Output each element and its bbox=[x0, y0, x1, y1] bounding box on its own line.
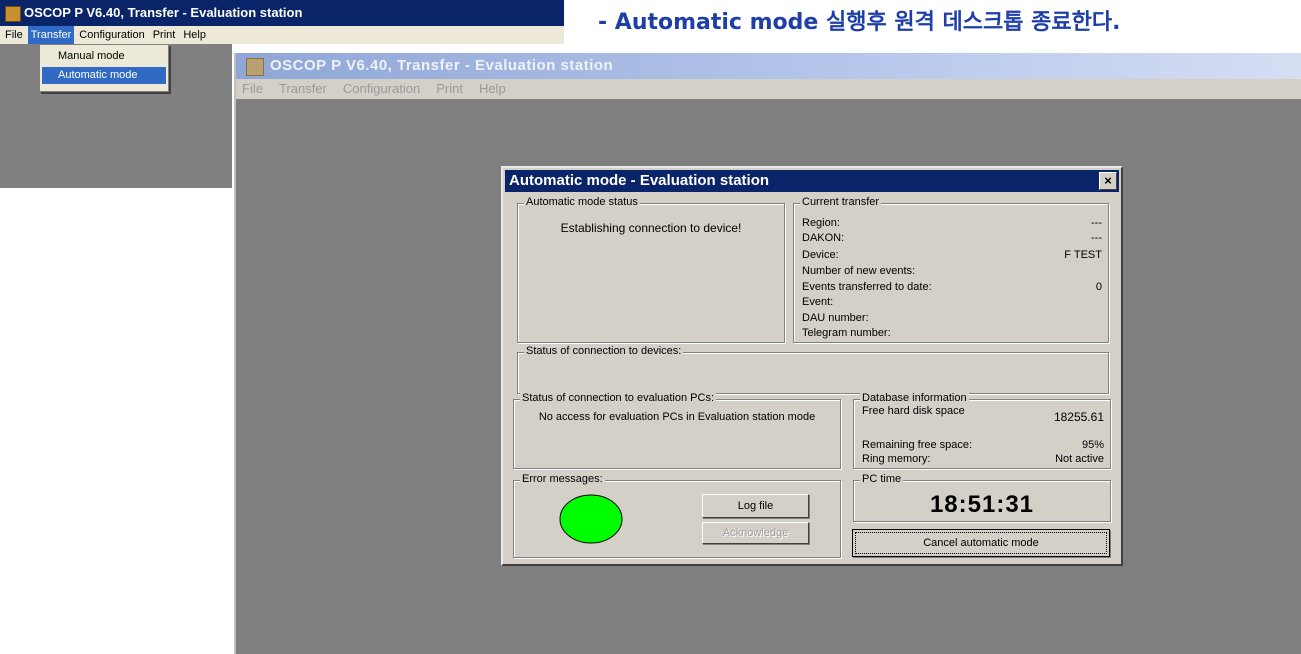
close-icon[interactable]: × bbox=[1099, 172, 1117, 190]
menu-file[interactable]: File bbox=[2, 26, 26, 44]
group-legend: PC time bbox=[860, 473, 904, 485]
automatic-mode-dialog: Automatic mode - Evaluation station × Au… bbox=[501, 166, 1123, 566]
dau-number-row: DAU number: bbox=[802, 312, 1102, 324]
main-window-title: OSCOP P V6.40, Transfer - Evaluation sta… bbox=[270, 57, 614, 74]
row-label: Region: bbox=[802, 217, 840, 229]
menu-configuration[interactable]: Configuration bbox=[76, 26, 147, 44]
menu-print[interactable]: Print bbox=[150, 26, 179, 44]
database-info-group: Database information Free hard disk spac… bbox=[853, 392, 1111, 469]
device-row: Device: F TEST bbox=[802, 249, 1102, 261]
main-menubar: File Transfer Configuration Print Help bbox=[236, 79, 1301, 99]
headline-annotation: - Automatic mode 실행후 원격 데스크톱 종료한다. bbox=[598, 10, 1121, 35]
remaining-space-row: Remaining free space: 95% bbox=[862, 439, 1104, 451]
row-label: DAKON: bbox=[802, 232, 845, 244]
status-indicator-icon bbox=[559, 494, 623, 544]
pc-time-clock: 18:51:31 bbox=[929, 491, 1035, 518]
events-transferred-row: Events transferred to date: 0 bbox=[802, 281, 1102, 293]
group-legend: Current transfer bbox=[800, 196, 882, 208]
telegram-number-row: Telegram number: bbox=[802, 327, 1102, 339]
dakon-row: DAKON: --- bbox=[802, 232, 1102, 244]
app-icon bbox=[5, 6, 21, 22]
row-value: 0 bbox=[1095, 281, 1102, 293]
free-disk-row: Free hard disk space 18255.61 bbox=[862, 405, 1104, 423]
row-label: Free hard disk space bbox=[862, 405, 965, 417]
menu-transfer[interactable]: Transfer bbox=[279, 79, 327, 99]
row-value: 95% bbox=[1081, 439, 1104, 451]
row-label: DAU number: bbox=[802, 312, 869, 324]
error-messages-group: Error messages: Log file Acknowledge bbox=[513, 473, 841, 558]
row-label: Telegram number: bbox=[802, 327, 891, 339]
row-label: Number of new events: bbox=[802, 265, 916, 277]
dialog-titlebar: Automatic mode - Evaluation station × bbox=[505, 170, 1119, 192]
row-label: Ring memory: bbox=[862, 453, 931, 465]
menu-item-automatic-mode[interactable]: Automatic mode bbox=[42, 67, 166, 84]
menu-configuration[interactable]: Configuration bbox=[343, 79, 420, 99]
menu-help[interactable]: Help bbox=[180, 26, 209, 44]
row-label: Events transferred to date: bbox=[802, 281, 932, 293]
row-label: Device: bbox=[802, 249, 839, 261]
log-file-button[interactable]: Log file bbox=[702, 494, 809, 518]
automatic-mode-status-group: Automatic mode status Establishing conne… bbox=[517, 196, 785, 343]
evaluation-pcs-group: Status of connection to evaluation PCs: … bbox=[513, 392, 841, 469]
row-value: 18255.61 bbox=[1053, 410, 1104, 424]
small-window-title: OSCOP P V6.40, Transfer - Evaluation sta… bbox=[24, 5, 303, 20]
event-row: Event: bbox=[802, 296, 1102, 308]
automatic-mode-status-text: Establishing connection to device! bbox=[560, 221, 742, 235]
devices-connection-group: Status of connection to devices: bbox=[517, 345, 1109, 394]
new-events-row: Number of new events: bbox=[802, 265, 1102, 277]
row-value: F TEST bbox=[1064, 249, 1102, 261]
menu-help[interactable]: Help bbox=[479, 79, 506, 99]
dialog-title: Automatic mode - Evaluation station bbox=[509, 172, 770, 189]
menu-file[interactable]: File bbox=[242, 79, 263, 99]
group-legend: Database information bbox=[860, 392, 969, 404]
row-label: Event: bbox=[802, 296, 834, 308]
row-value: --- bbox=[1091, 217, 1102, 229]
ring-memory-row: Ring memory: Not active bbox=[862, 453, 1104, 465]
pc-time-group: PC time 18:51:31 bbox=[853, 473, 1111, 522]
app-icon bbox=[246, 58, 264, 76]
transfer-dropdown-menu: Manual mode Automatic mode bbox=[39, 44, 169, 92]
current-transfer-group: Current transfer Region: --- DAKON: --- De… bbox=[793, 196, 1109, 343]
acknowledge-button[interactable]: Acknowledge bbox=[702, 522, 809, 544]
row-value: Not active bbox=[1055, 453, 1104, 465]
main-window-titlebar: OSCOP P V6.40, Transfer - Evaluation sta… bbox=[236, 53, 1301, 79]
row-label: Remaining free space: bbox=[862, 439, 973, 451]
cancel-automatic-mode-button[interactable]: Cancel automatic mode bbox=[852, 529, 1110, 557]
menu-transfer[interactable]: Transfer bbox=[27, 26, 75, 44]
group-legend: Automatic mode status bbox=[524, 196, 640, 208]
group-legend: Error messages: bbox=[520, 473, 605, 485]
row-value: --- bbox=[1091, 232, 1102, 244]
menu-item-manual-mode[interactable]: Manual mode bbox=[42, 48, 166, 65]
menu-print[interactable]: Print bbox=[436, 79, 463, 99]
group-legend: Status of connection to evaluation PCs: bbox=[520, 392, 717, 404]
evaluation-pcs-text: No access for evaluation PCs in Evaluati… bbox=[538, 411, 816, 423]
region-row: Region: --- bbox=[802, 217, 1102, 229]
group-legend: Status of connection to devices: bbox=[524, 345, 684, 357]
small-menubar: File Transfer Configuration Print Help bbox=[0, 26, 564, 44]
small-window-titlebar: OSCOP P V6.40, Transfer - Evaluation sta… bbox=[0, 0, 564, 26]
